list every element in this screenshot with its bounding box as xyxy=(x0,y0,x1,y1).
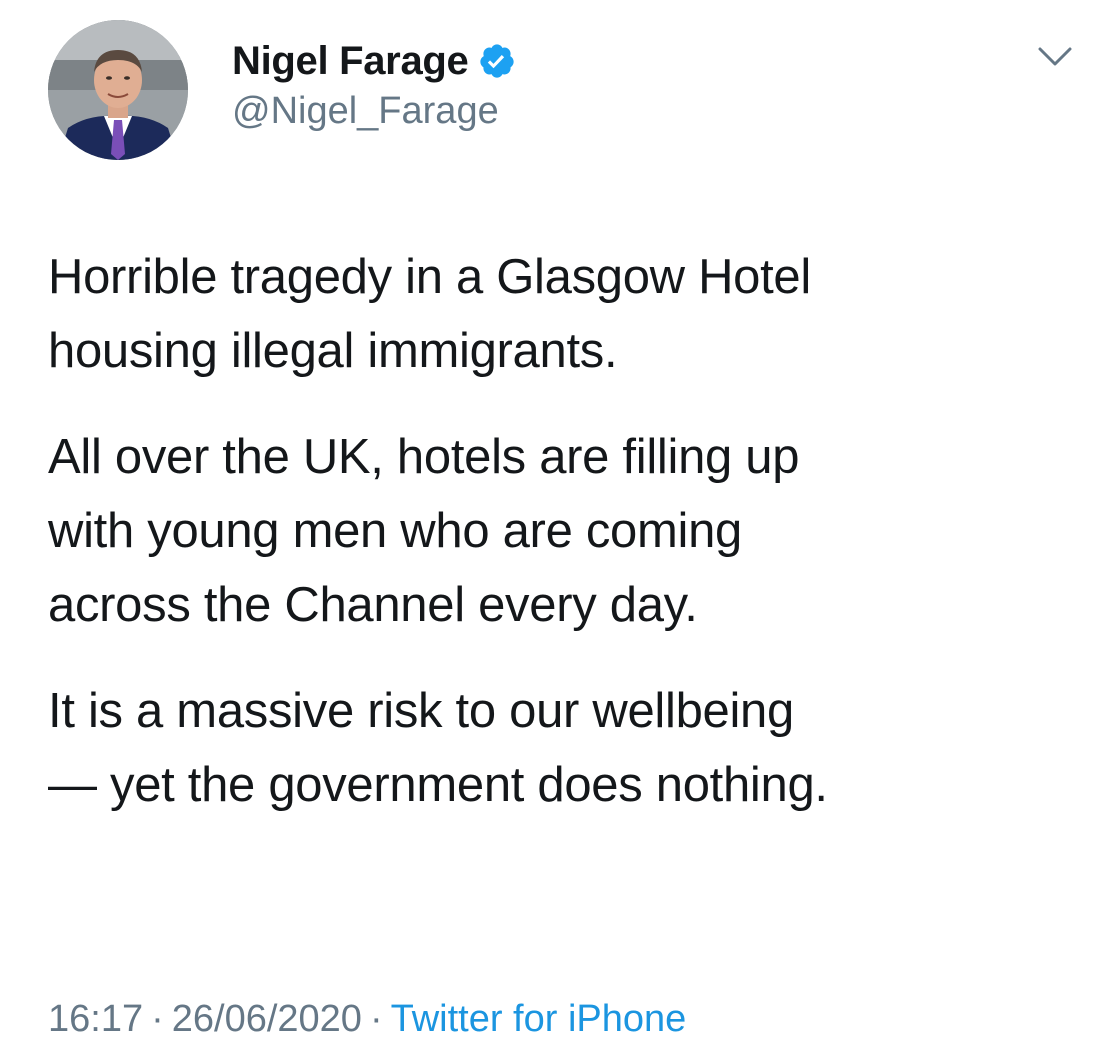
profile-photo xyxy=(48,20,188,160)
verified-badge-icon xyxy=(478,42,516,80)
display-name[interactable]: Nigel Farage xyxy=(232,39,469,84)
avatar[interactable] xyxy=(48,20,188,160)
tweet-header: Nigel Farage @Nigel_Farage xyxy=(48,20,1088,160)
meta-separator: · xyxy=(369,998,383,1040)
tweet-paragraph: Horrible tragedy in a Glasgow Hotel hous… xyxy=(48,250,811,378)
tweet-paragraph: It is a massive risk to our wellbeing — … xyxy=(48,684,828,812)
display-name-row: Nigel Farage xyxy=(232,36,516,86)
tweet-text: Horrible tragedy in a Glasgow Hotel hous… xyxy=(48,240,1088,854)
meta-separator: · xyxy=(151,998,164,1040)
tweet-card: Nigel Farage @Nigel_Farage Horrible trag… xyxy=(0,0,1107,1046)
author-block: Nigel Farage @Nigel_Farage xyxy=(232,36,516,133)
tweet-meta: 16:17 · 26/06/2020 · Twitter for iPhone xyxy=(48,998,686,1041)
chevron-down-icon[interactable] xyxy=(1038,46,1072,68)
tweet-date[interactable]: 26/06/2020 xyxy=(172,998,362,1040)
tweet-time[interactable]: 16:17 xyxy=(48,998,143,1040)
tweet-paragraph: All over the UK, hotels are filling up w… xyxy=(48,430,800,632)
author-handle[interactable]: @Nigel_Farage xyxy=(232,90,516,133)
tweet-client-link[interactable]: Twitter for iPhone xyxy=(391,998,687,1040)
